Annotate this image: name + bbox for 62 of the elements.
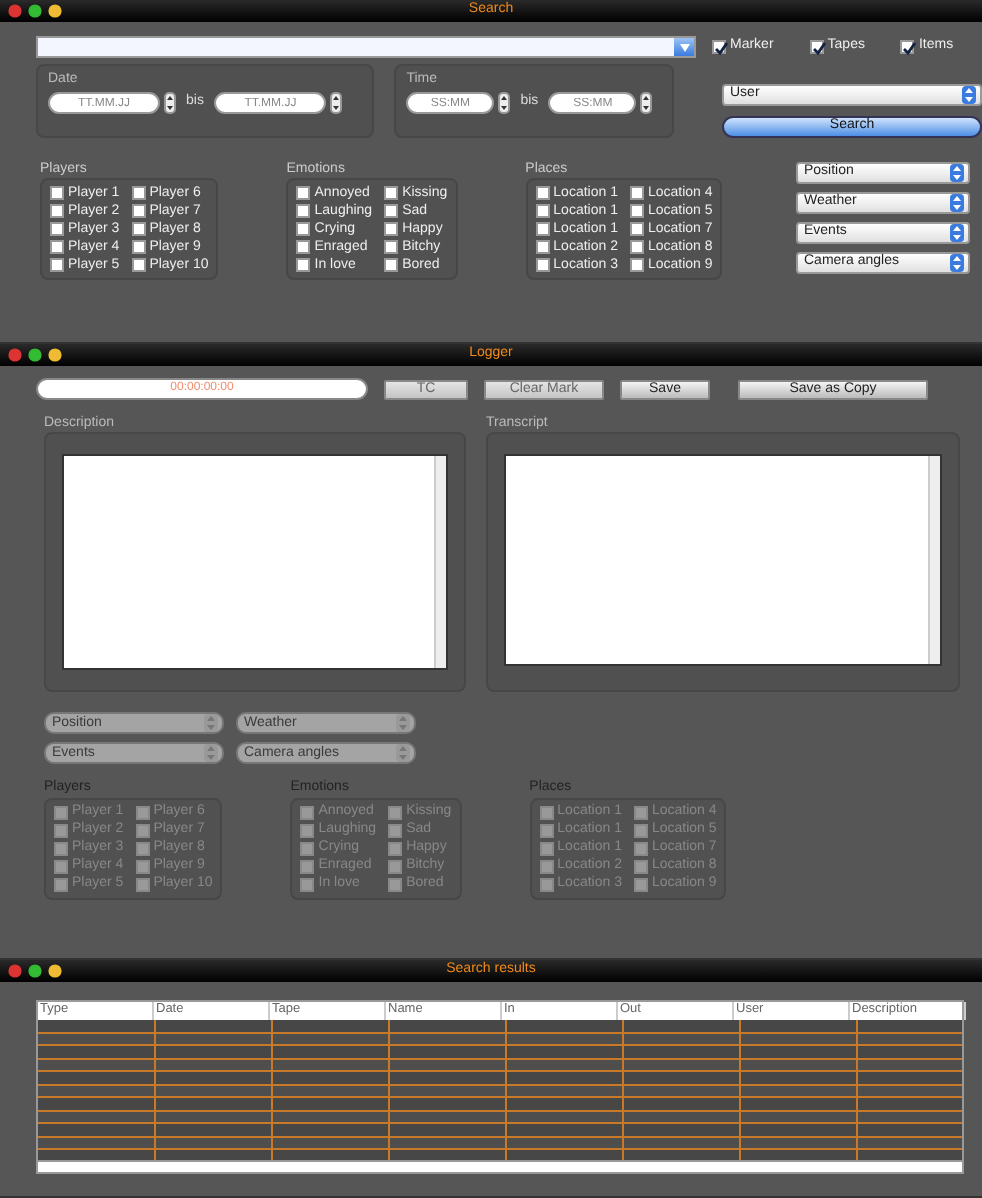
updown-arrow-icon [204,714,218,733]
checkbox[interactable] [712,39,726,54]
description-area[interactable] [62,454,448,671]
zoom-button[interactable] [48,4,62,18]
checkbox[interactable] [296,222,311,237]
updown-arrow-icon [204,744,218,763]
checkbox[interactable] [50,240,64,255]
updown-arrow-icon [962,86,976,104]
transcript-area[interactable] [504,454,942,667]
checkbox[interactable] [535,186,550,201]
minimize-button[interactable] [28,964,42,978]
checkbox[interactable] [629,186,644,201]
checkbox[interactable] [50,222,64,237]
minimize-button[interactable] [28,4,42,18]
updown-arrow-icon [950,254,964,272]
search-field[interactable] [36,36,696,58]
checkbox[interactable] [384,186,399,201]
checkbox[interactable] [629,222,644,237]
updown-arrow-icon [396,744,410,763]
checkbox[interactable] [131,222,146,237]
checkbox[interactable] [809,39,824,54]
checkbox[interactable] [296,240,311,255]
checkbox[interactable] [535,240,550,255]
close-button[interactable] [8,348,22,362]
checkbox[interactable] [900,39,915,54]
updown-arrow-icon [950,224,964,242]
zoom-button[interactable] [48,348,62,362]
close-button[interactable] [8,4,22,18]
checkbox[interactable] [50,186,64,201]
checkbox[interactable] [131,258,146,273]
checkbox[interactable] [296,204,311,219]
checkbox[interactable] [296,258,311,273]
checkbox[interactable] [384,204,399,219]
checkbox[interactable] [384,240,399,255]
checkbox[interactable] [296,186,311,201]
close-button[interactable] [8,964,22,978]
checkbox[interactable] [384,258,399,273]
checkbox[interactable] [629,204,644,219]
stepper-control[interactable] [497,92,510,115]
zoom-button[interactable] [48,964,62,978]
checkbox[interactable] [629,240,644,255]
checkbox[interactable] [50,258,64,273]
checkbox[interactable] [50,204,64,219]
updown-arrow-icon [950,194,964,212]
checkbox[interactable] [131,240,146,255]
checkbox[interactable] [535,258,550,273]
stepper-control[interactable] [640,92,653,115]
horizontal-scrollbar[interactable] [38,1160,962,1172]
checkbox[interactable] [629,258,644,273]
stepper-control[interactable] [163,92,176,115]
scrollbar[interactable] [434,456,446,669]
checkbox[interactable] [131,204,146,219]
scrollbar[interactable] [928,456,940,665]
updown-arrow-icon [950,164,964,182]
stepper-control[interactable] [329,92,342,115]
checkbox[interactable] [535,204,550,219]
checkbox[interactable] [384,222,399,237]
dropdown-arrow-icon[interactable] [679,43,689,51]
updown-arrow-icon [396,714,410,733]
checkbox[interactable] [131,186,146,201]
minimize-button[interactable] [28,348,42,362]
checkbox[interactable] [535,222,550,237]
